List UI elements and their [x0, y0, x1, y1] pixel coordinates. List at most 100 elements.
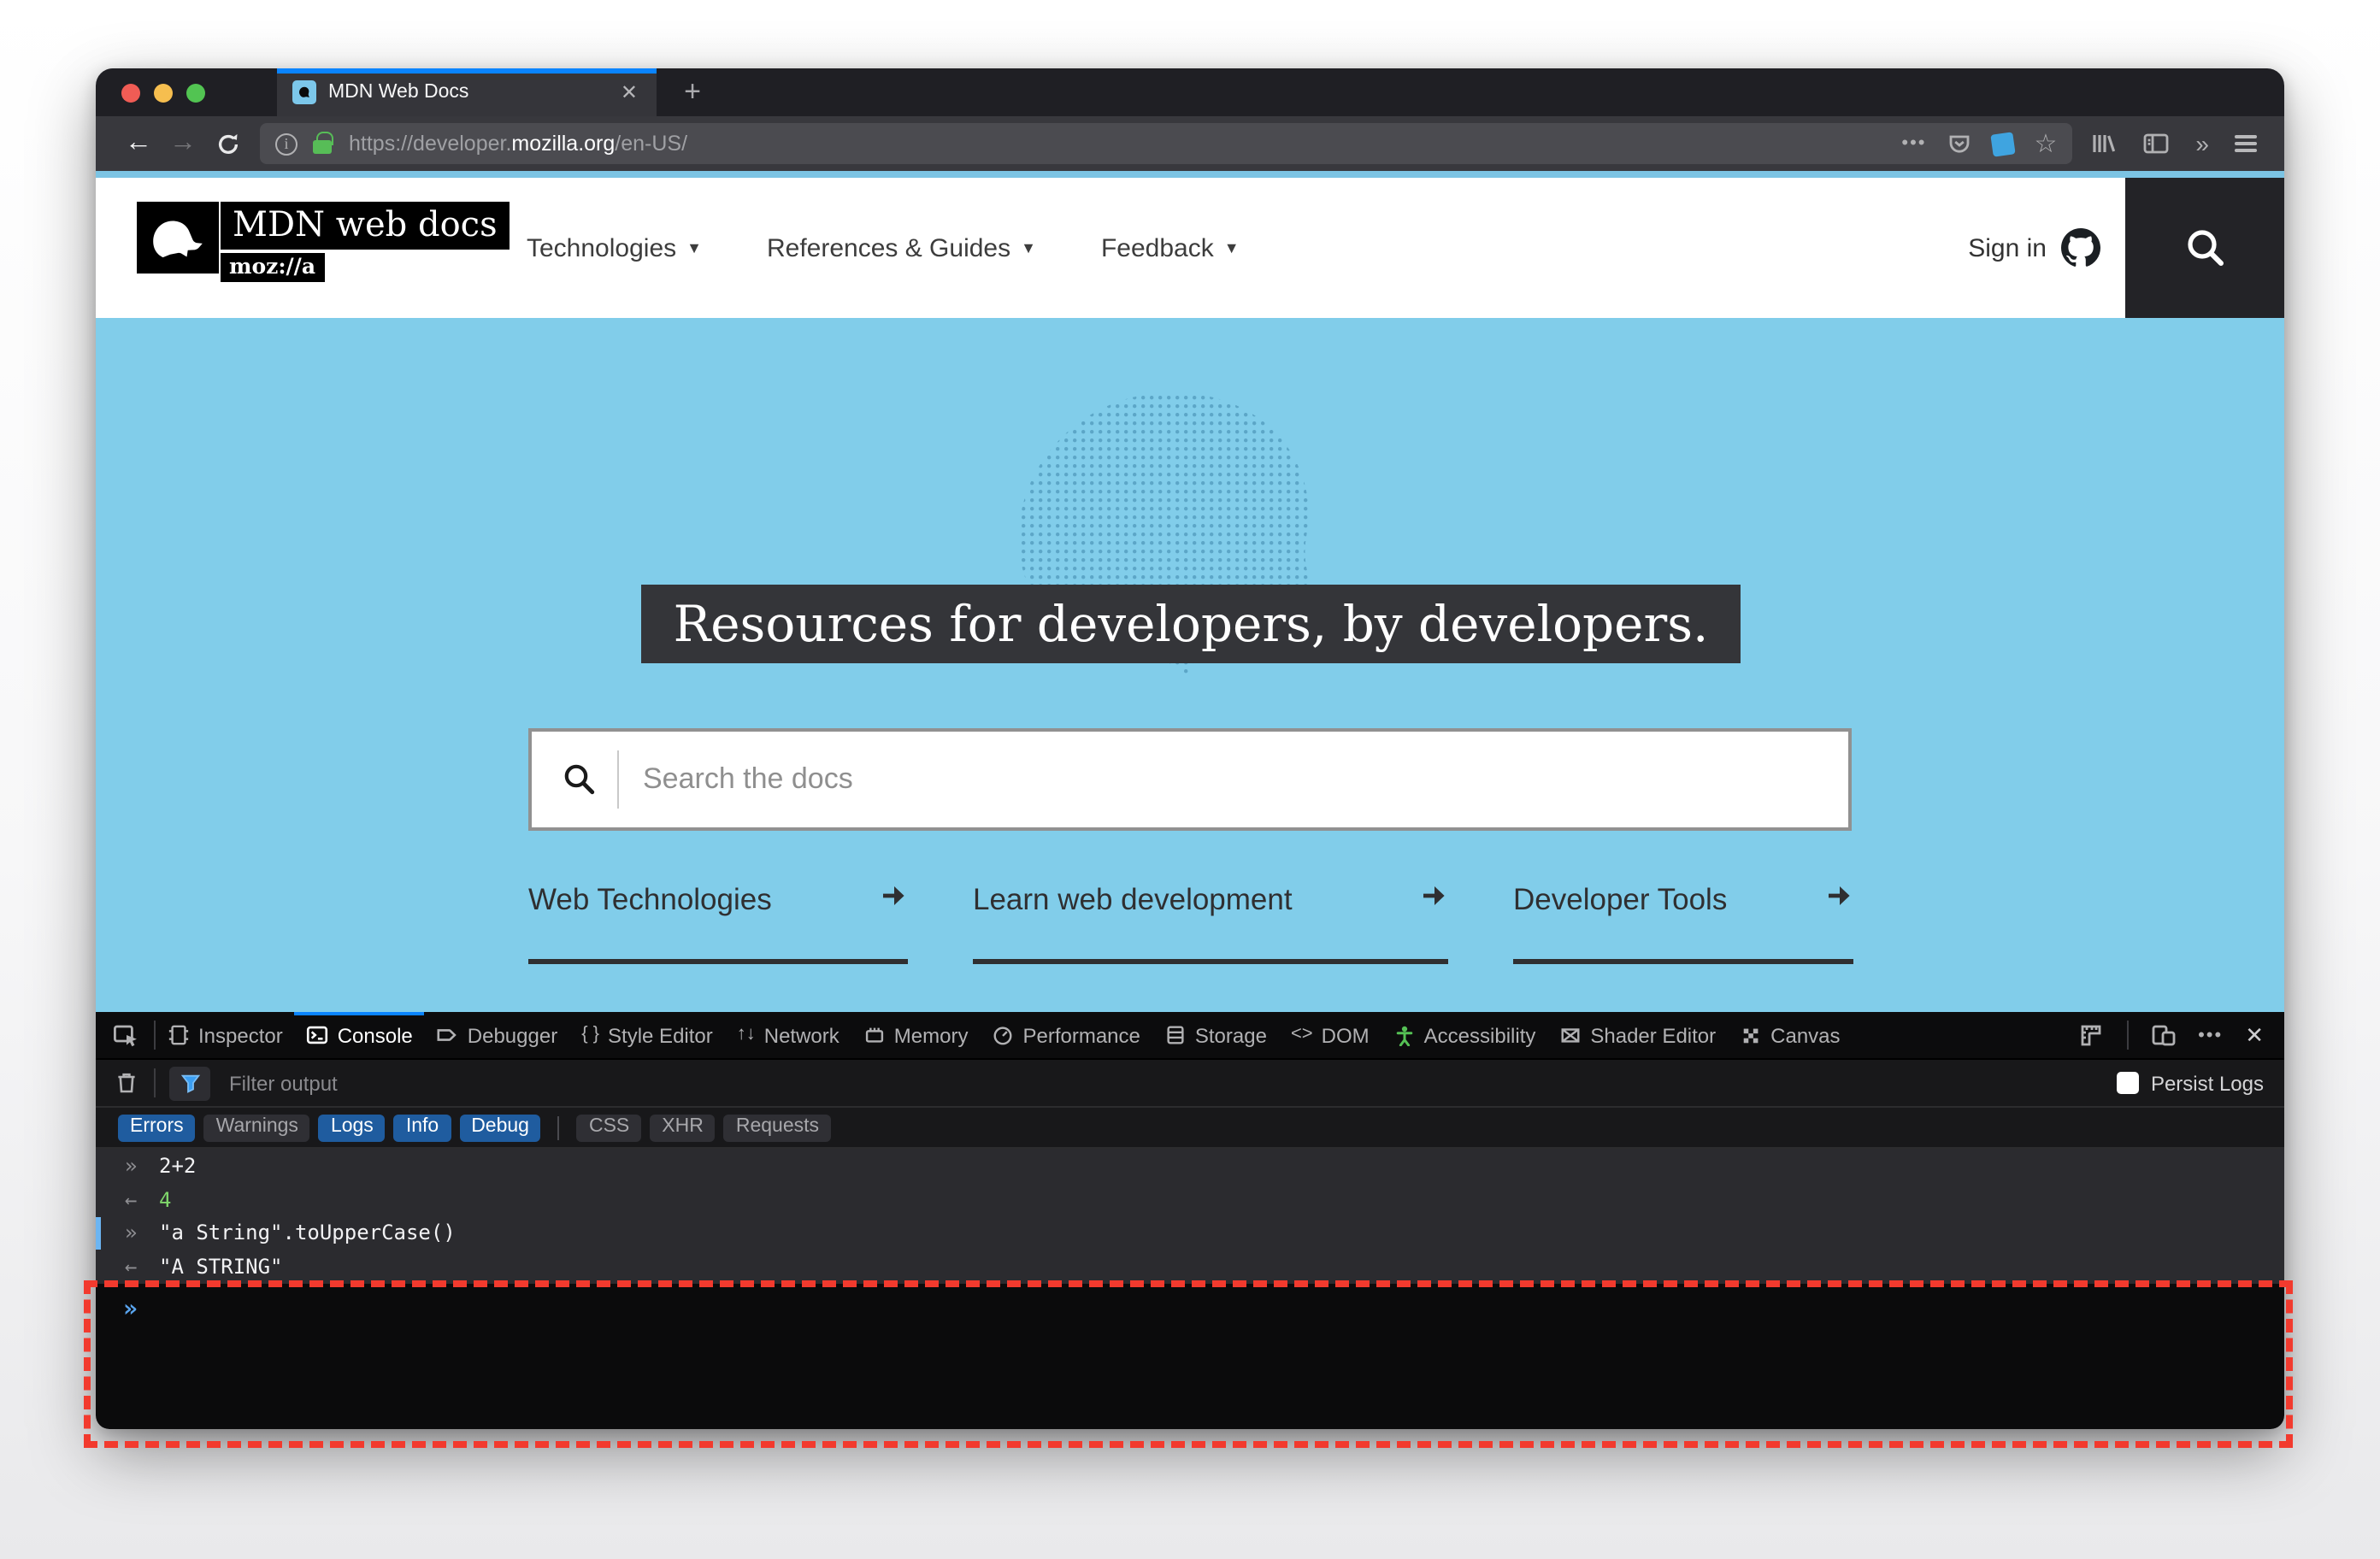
pocket-icon[interactable]	[1947, 132, 1971, 156]
tab-style-editor[interactable]: { } Style Editor	[569, 1012, 725, 1058]
nav-label: Feedback	[1100, 233, 1214, 262]
filter-funnel-icon[interactable]	[169, 1066, 210, 1100]
console-result: 4	[159, 1187, 172, 1212]
sign-in-label: Sign in	[1968, 233, 2047, 262]
input-chevron-icon: »	[125, 1153, 138, 1178]
tab-dom[interactable]: <> DOM	[1279, 1012, 1381, 1058]
browser-tab[interactable]: MDN Web Docs ✕	[277, 68, 657, 116]
mdn-dino-icon	[137, 202, 219, 274]
tab-canvas[interactable]: Canvas	[1728, 1012, 1852, 1058]
chevron-down-icon: ▼	[1223, 239, 1240, 256]
nav-label: Technologies	[527, 233, 677, 262]
mozilla-wordmark: moz://a	[221, 253, 325, 282]
persist-logs-checkbox[interactable]	[2116, 1072, 2139, 1094]
console-filter-bar: Persist Logs	[96, 1060, 2284, 1108]
url-prefix: https://developer.	[349, 132, 512, 156]
header-search-button[interactable]	[2125, 178, 2284, 318]
link-developer-tools[interactable]: Developer Tools	[1513, 882, 1853, 964]
nav-references-guides[interactable]: References & Guides ▼	[767, 233, 1036, 262]
chip-debug[interactable]: Debug	[459, 1114, 541, 1141]
console-result-line[interactable]: ← 4	[96, 1183, 2284, 1217]
chip-xhr[interactable]: XHR	[650, 1114, 716, 1141]
desktop-backdrop: MDN Web Docs ✕ + ← → i https://developer…	[0, 0, 2380, 1559]
arrow-right-icon	[883, 886, 904, 905]
devtools-close-icon[interactable]: ✕	[2245, 1021, 2264, 1049]
devtools-tabs: Inspector Console Debugger { } Style Edi…	[156, 1012, 1853, 1058]
docs-search-input[interactable]	[643, 762, 1817, 797]
reload-button[interactable]	[205, 131, 250, 156]
chevron-down-icon: ▼	[686, 239, 702, 256]
persist-logs-control[interactable]: Persist Logs	[2116, 1071, 2284, 1095]
browser-window: MDN Web Docs ✕ + ← → i https://developer…	[96, 68, 2284, 1429]
sign-in-link[interactable]: Sign in	[1968, 178, 2101, 318]
bookmark-star-icon[interactable]: ☆	[2035, 131, 2058, 156]
console-input-line[interactable]: » "a String".toUpperCase()	[96, 1216, 2284, 1250]
nav-technologies[interactable]: Technologies ▼	[527, 233, 702, 262]
tab-inspector[interactable]: Inspector	[156, 1012, 295, 1058]
tab-accessibility[interactable]: Accessibility	[1381, 1012, 1548, 1058]
chip-requests[interactable]: Requests	[723, 1114, 832, 1141]
chip-css[interactable]: CSS	[576, 1114, 642, 1141]
mdn-favicon-icon	[292, 80, 316, 104]
element-picker-icon[interactable]	[96, 1022, 154, 1048]
tab-title: MDN Web Docs	[328, 82, 469, 103]
tab-network[interactable]: ↑↓ Network	[725, 1012, 851, 1058]
link-label: Web Technologies	[528, 882, 772, 916]
zoom-window-button[interactable]	[186, 84, 205, 103]
console-result-line[interactable]: ← "A STRING"	[96, 1250, 2284, 1285]
nav-feedback[interactable]: Feedback ▼	[1101, 233, 1240, 262]
nav-label: References & Guides	[766, 233, 1011, 262]
chip-logs[interactable]: Logs	[318, 1114, 386, 1141]
extension-icon[interactable]	[1989, 131, 2016, 156]
back-button[interactable]: ←	[116, 128, 161, 159]
tab-console[interactable]: Console	[294, 1012, 425, 1058]
console-filter-chips: Errors Warnings Logs Info Debug CSS XHR …	[96, 1108, 2284, 1149]
page-top-strip	[96, 171, 2284, 178]
tab-memory[interactable]: Memory	[851, 1012, 981, 1058]
browser-toolbar: ← → i https://developer.mozilla.org/en-U…	[96, 116, 2284, 171]
link-learn-web-development[interactable]: Learn web development	[973, 882, 1448, 964]
filter-output-input[interactable]	[229, 1071, 2117, 1095]
sidebar-toggle-icon[interactable]	[2142, 130, 2170, 157]
tab-shader-editor[interactable]: Shader Editor	[1547, 1012, 1728, 1058]
hero-search-box[interactable]	[528, 728, 1852, 831]
search-icon	[564, 764, 595, 795]
chip-errors[interactable]: Errors	[118, 1114, 196, 1141]
overflow-chevron-icon[interactable]: »	[2195, 132, 2209, 156]
site-header: MDN web docs moz://a Technologies ▼ Refer…	[96, 178, 2284, 318]
tab-debugger[interactable]: Debugger	[425, 1012, 569, 1058]
tab-storage[interactable]: Storage	[1152, 1012, 1279, 1058]
library-icon[interactable]	[2089, 130, 2117, 157]
new-tab-button[interactable]: +	[674, 74, 711, 111]
arrow-right-icon	[1423, 886, 1445, 905]
chip-info[interactable]: Info	[393, 1114, 451, 1141]
devtools-menu-icon[interactable]: •••	[2198, 1025, 2223, 1045]
link-web-technologies[interactable]: Web Technologies	[528, 882, 908, 964]
page-actions-icon[interactable]: •••	[1901, 133, 1926, 154]
clear-console-icon[interactable]	[96, 1070, 154, 1096]
tab-label: Debugger	[467, 1023, 558, 1047]
tab-performance[interactable]: Performance	[980, 1012, 1152, 1058]
chip-warnings[interactable]: Warnings	[203, 1114, 310, 1141]
minimize-window-button[interactable]	[154, 84, 173, 103]
tab-label: Accessibility	[1423, 1023, 1536, 1047]
console-icon	[307, 1026, 328, 1044]
separator	[557, 1115, 560, 1139]
menu-icon[interactable]	[2235, 134, 2257, 153]
measuring-tool-icon[interactable]	[2078, 1022, 2104, 1048]
angle-brackets-icon: <>	[1290, 1024, 1313, 1044]
close-window-button[interactable]	[121, 84, 140, 103]
memory-icon	[865, 1027, 883, 1043]
tab-label: Canvas	[1770, 1023, 1841, 1047]
forward-button[interactable]: →	[161, 128, 205, 159]
shader-editor-icon	[1561, 1028, 1580, 1043]
console-input-line[interactable]: » 2+2	[96, 1149, 2284, 1183]
tab-label: DOM	[1321, 1023, 1370, 1047]
highlight-annotation	[84, 1280, 2293, 1448]
separator	[2126, 1021, 2129, 1050]
tab-close-icon[interactable]: ✕	[617, 80, 641, 104]
responsive-design-icon[interactable]	[2150, 1022, 2176, 1048]
page-info-icon[interactable]: i	[275, 132, 298, 155]
result-arrow-icon: ←	[125, 1187, 138, 1212]
url-bar[interactable]: i https://developer.mozilla.org/en-US/ •…	[260, 123, 2073, 164]
